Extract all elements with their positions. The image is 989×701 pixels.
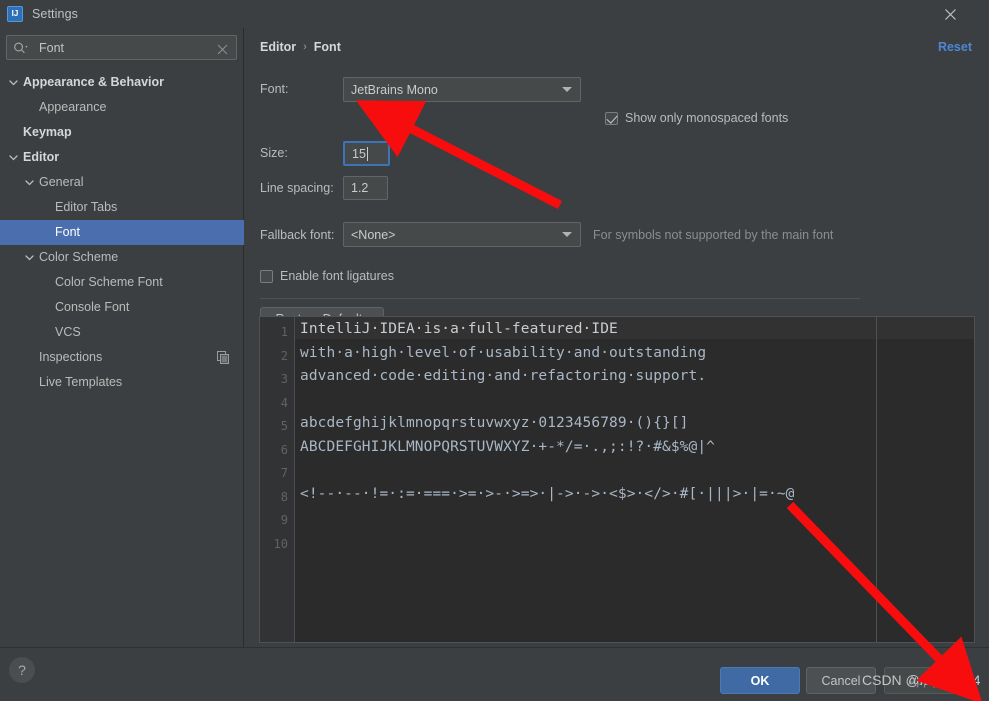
line-number: 8 <box>281 491 288 503</box>
line-number-gutter: 1 2 3 4 5 6 7 8 9 10 <box>260 317 295 642</box>
dialog-footer: ? OK Cancel Apply <box>0 647 989 701</box>
chevron-down-icon[interactable] <box>8 152 19 163</box>
copy-pages-icon[interactable] <box>217 351 230 364</box>
preview-code-area: IntelliJ·IDEA·is·a·full-featured·IDE with… <box>296 317 974 642</box>
chevron-down-icon[interactable] <box>8 77 19 88</box>
settings-dialog: IJ Settings Font Appear <box>0 0 989 701</box>
title-bar: IJ Settings <box>0 0 989 28</box>
font-ligatures-label: Enable font ligatures <box>280 269 394 283</box>
sidebar-item-editor-tabs[interactable]: Editor Tabs <box>0 195 244 220</box>
line-spacing-label: Line spacing: <box>260 181 334 195</box>
apply-label: Apply <box>908 674 939 688</box>
sidebar-item-label: Font <box>55 226 80 239</box>
apply-button[interactable]: Apply <box>884 667 963 694</box>
fallback-font-label: Fallback font: <box>260 228 334 242</box>
sidebar-item-console-font[interactable]: Console Font <box>0 295 244 320</box>
sidebar-item-general[interactable]: General <box>0 170 244 195</box>
sidebar-item-editor[interactable]: Editor <box>0 145 244 170</box>
font-size-value: 15 <box>352 147 366 161</box>
search-input-value: Font <box>39 41 217 55</box>
fallback-font-hint: For symbols not supported by the main fo… <box>593 228 833 242</box>
sidebar-item-label: General <box>39 176 83 189</box>
sidebar-item-color-scheme-font[interactable]: Color Scheme Font <box>0 270 244 295</box>
font-preview-editor[interactable]: 1 2 3 4 5 6 7 8 9 10 IntelliJ·IDEA·is·a·full-feat… <box>259 316 975 643</box>
sidebar-item-vcs[interactable]: VCS <box>0 320 244 345</box>
font-size-input[interactable]: 15 <box>343 141 390 166</box>
sidebar-item-label: Editor <box>23 151 59 164</box>
line-number: 7 <box>281 467 288 479</box>
line-number: 5 <box>281 420 288 432</box>
chevron-down-icon <box>562 232 572 237</box>
settings-sidebar: Font Appearance & Behavior Appearance Keym… <box>0 28 244 647</box>
line-number: 3 <box>281 373 288 385</box>
sidebar-item-live-templates[interactable]: Live Templates <box>0 370 244 395</box>
sidebar-item-label: Appearance & Behavior <box>23 76 164 89</box>
sidebar-item-label: Editor Tabs <box>55 201 117 214</box>
font-label: Font: <box>260 82 289 96</box>
chevron-down-icon[interactable] <box>24 252 35 263</box>
preview-code-line: <!--·--·!=·:=·===·>=·>-·>=>·|->·->·<$>·<… <box>300 486 794 502</box>
chevron-down-icon <box>562 87 572 92</box>
reset-link[interactable]: Reset <box>938 40 972 54</box>
ok-button[interactable]: OK <box>720 667 800 694</box>
preview-code-line: abcdefghijklmnopqrstuvwxyz·0123456789·()… <box>300 415 689 431</box>
sidebar-item-label: Console Font <box>55 301 129 314</box>
preview-code-line: IntelliJ·IDEA·is·a·full-featured·IDE <box>300 321 618 337</box>
chevron-down-icon[interactable] <box>24 177 35 188</box>
close-icon[interactable] <box>939 3 961 25</box>
sidebar-item-font[interactable]: Font <box>0 220 244 245</box>
breadcrumb: Editor › Font <box>260 40 341 54</box>
line-number: 2 <box>281 350 288 362</box>
preview-code-line: with·a·high·level·of·usability·and·outst… <box>300 345 706 361</box>
breadcrumb-separator-icon: › <box>303 41 307 53</box>
sidebar-item-label: Inspections <box>39 351 102 364</box>
sidebar-item-appearance-behavior[interactable]: Appearance & Behavior <box>0 70 244 95</box>
breadcrumb-parent[interactable]: Editor <box>260 40 296 54</box>
line-spacing-input[interactable]: 1.2 <box>343 176 388 200</box>
help-icon[interactable]: ? <box>9 657 35 683</box>
line-number: 6 <box>281 444 288 456</box>
sidebar-item-label: Live Templates <box>39 376 122 389</box>
fallback-font-dropdown[interactable]: <None> <box>343 222 581 247</box>
sidebar-item-label: VCS <box>55 326 81 339</box>
sidebar-item-label: Appearance <box>39 101 106 114</box>
checkbox-unchecked-icon <box>260 270 273 283</box>
search-input[interactable]: Font <box>6 35 237 60</box>
ok-label: OK <box>751 674 770 688</box>
breadcrumb-current: Font <box>314 40 341 54</box>
line-number: 4 <box>281 397 288 409</box>
line-spacing-value: 1.2 <box>351 181 368 195</box>
show-monospaced-label: Show only monospaced fonts <box>625 111 788 125</box>
sidebar-item-inspections[interactable]: Inspections <box>0 345 244 370</box>
font-ligatures-checkbox[interactable]: Enable font ligatures <box>260 269 394 283</box>
preview-code-line: advanced·code·editing·and·refactoring·su… <box>300 368 706 384</box>
search-icon <box>13 41 29 55</box>
text-caret <box>367 147 368 161</box>
line-number: 9 <box>281 514 288 526</box>
show-monospaced-checkbox[interactable]: Show only monospaced fonts <box>605 111 788 125</box>
checkbox-checked-icon <box>605 112 618 125</box>
sidebar-item-appearance[interactable]: Appearance <box>0 95 244 120</box>
sidebar-item-label: Color Scheme <box>39 251 118 264</box>
line-number: 10 <box>274 538 288 550</box>
window-title: Settings <box>32 7 78 21</box>
clear-icon[interactable] <box>217 42 228 53</box>
intellij-idea-icon: IJ <box>7 6 23 22</box>
size-label: Size: <box>260 146 288 160</box>
cancel-label: Cancel <box>822 674 861 688</box>
sidebar-item-keymap[interactable]: Keymap <box>0 120 244 145</box>
preview-code-line: ABCDEFGHIJKLMNOPQRSTUVWXYZ·+-*/=·.,;:!?·… <box>300 439 715 455</box>
fallback-font-value: <None> <box>351 228 562 242</box>
section-divider <box>260 298 860 299</box>
sidebar-item-label: Keymap <box>23 126 72 139</box>
cancel-button[interactable]: Cancel <box>806 667 876 694</box>
line-number: 1 <box>281 326 288 338</box>
sidebar-item-color-scheme[interactable]: Color Scheme <box>0 245 244 270</box>
font-family-dropdown[interactable]: JetBrains Mono <box>343 77 581 102</box>
right-margin-guide <box>876 317 877 642</box>
sidebar-item-label: Color Scheme Font <box>55 276 163 289</box>
font-family-value: JetBrains Mono <box>351 83 562 97</box>
settings-tree: Appearance & Behavior Appearance Keymap Edi… <box>0 70 244 395</box>
